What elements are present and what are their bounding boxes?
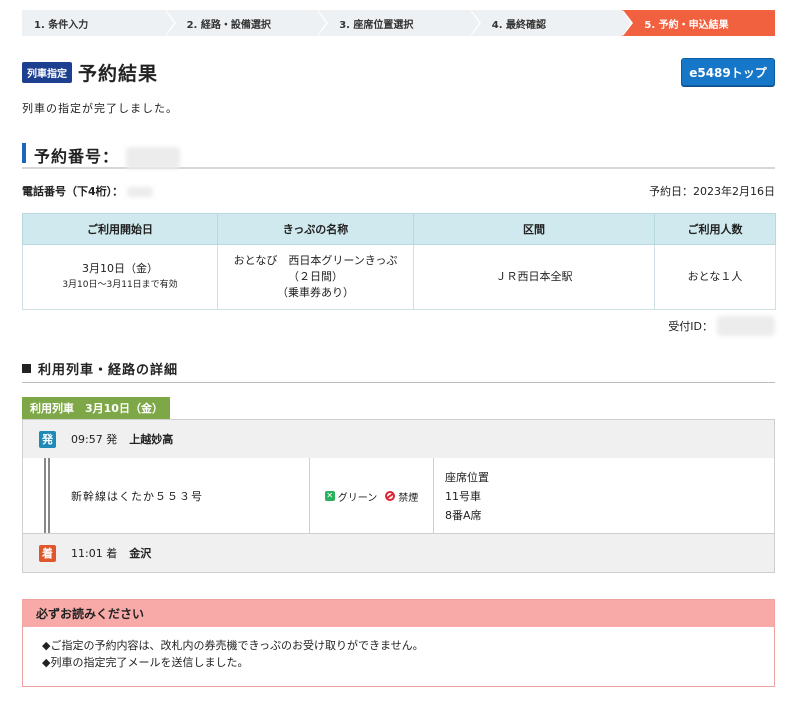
heading-accent-bar xyxy=(22,143,26,163)
cell-people: おとな１人 xyxy=(654,244,776,310)
notice-body: ◆ご指定の予約内容は、改札内の券売機できっぷのお受け取りができません。 ◆列車の… xyxy=(23,627,774,671)
validity-period: 3月10日〜3月11日まで有効 xyxy=(62,280,178,290)
seat-title: 座席位置 xyxy=(445,471,489,484)
train-date-tab: 利用列車 3月10日（金） xyxy=(22,397,170,419)
reservation-type-badge: 列車指定 xyxy=(22,61,72,83)
reservation-number-heading: 予約番号： xyxy=(22,140,775,169)
phone-label: 電話番号（下4桁）： xyxy=(22,185,124,198)
car-class: グリーン xyxy=(337,492,378,504)
route-box: 発 09:57 発 上越妙高 新幹線はくたか５５３号 ✕ グリーン 禁煙 座席位… xyxy=(22,419,775,573)
step-label: 5. 予約・申込結果 xyxy=(644,19,729,31)
seat-number: 8番A席 xyxy=(445,509,482,522)
step-3: 3. 座席位置選択 xyxy=(317,10,481,36)
arrival-badge: 着 xyxy=(39,544,56,562)
page-title: 予約結果 xyxy=(78,62,159,85)
notice-line: ◆列車の指定完了メールを送信しました。 xyxy=(42,656,249,669)
step-2: 2. 経路・設備選択 xyxy=(164,10,329,36)
phone-redacted xyxy=(126,187,153,197)
reservation-number-label: 予約番号： xyxy=(34,147,120,166)
green-car-icon: ✕ xyxy=(324,491,335,501)
no-smoking-icon xyxy=(385,491,396,501)
notice-title: 必ずお読みください xyxy=(23,600,774,627)
uketsuke-id-label: 受付ID： xyxy=(668,320,713,333)
train-detail-row: 新幹線はくたか５５３号 ✕ グリーン 禁煙 座席位置 11号車 8番A席 xyxy=(23,458,774,534)
uketsuke-id: 受付ID： xyxy=(668,316,775,336)
route-section-heading: 利用列車・経路の詳細 xyxy=(22,358,775,383)
departure-row: 発 09:57 発 上越妙高 xyxy=(23,420,774,459)
step-5-current: 5. 予約・申込結果 xyxy=(622,10,775,36)
step-label: 4. 最終確認 xyxy=(491,19,547,31)
car-number: 11号車 xyxy=(445,490,481,503)
uketsuke-id-redacted xyxy=(717,316,775,336)
step-label: 1. 条件入力 xyxy=(34,19,89,31)
arrival-time: 11:01 着 xyxy=(71,547,118,560)
table-row: 3月10日（金） 3月10日〜3月11日まで有効 おとなび 西日本グリーンきっぷ… xyxy=(22,244,776,310)
train-name: 新幹線はくたか５５３号 xyxy=(71,490,203,503)
cell-section: ＪＲ西日本全駅 xyxy=(413,244,655,310)
page: 1. 条件入力 2. 経路・設備選択 3. 座席位置選択 4. 最終確認 5. … xyxy=(0,0,800,703)
reservation-number-redacted xyxy=(125,146,180,169)
phone-row: 電話番号（下4桁）： 予約日：2023年2月16日 xyxy=(22,183,775,199)
notice-line: ◆ご指定の予約内容は、改札内の券売機できっぷのお受け取りができません。 xyxy=(42,639,424,652)
cell-ticket-name: おとなび 西日本グリーンきっぷ （２日間） （乗車券あり） xyxy=(217,244,414,310)
col-header-ticket-name: きっぷの名称 xyxy=(217,213,414,245)
departure-badge: 発 xyxy=(39,430,56,448)
rail-line-icon xyxy=(44,458,50,534)
departure-time: 09:57 発 xyxy=(71,433,118,446)
step-label: 2. 経路・設備選択 xyxy=(186,19,271,31)
arrival-station: 金沢 xyxy=(129,547,152,560)
step-progress-bar: 1. 条件入力 2. 経路・設備選択 3. 座席位置選択 4. 最終確認 5. … xyxy=(22,10,775,36)
seat-info: 座席位置 11号車 8番A席 xyxy=(445,468,489,525)
col-header-start-date: ご利用開始日 xyxy=(22,213,218,245)
step-4: 4. 最終確認 xyxy=(469,10,634,36)
title-row: 列車指定 予約結果 e5489トップ xyxy=(22,58,775,86)
col-header-section: 区間 xyxy=(413,213,655,245)
cell-start-date: 3月10日（金） 3月10日〜3月11日まで有効 xyxy=(22,244,218,310)
reservation-date: 予約日：2023年2月16日 xyxy=(649,185,775,198)
route-section-title: 利用列車・経路の詳細 xyxy=(38,363,179,378)
ticket-table: ご利用開始日 きっぷの名称 区間 ご利用人数 3月10日（金） 3月10日〜3月… xyxy=(22,213,776,310)
facility-info: ✕ グリーン 禁煙 xyxy=(309,458,434,534)
departure-station: 上越妙高 xyxy=(129,433,174,446)
smoking-status: 禁煙 xyxy=(398,492,419,504)
e5489-top-button[interactable]: e5489トップ xyxy=(681,58,775,86)
step-1: 1. 条件入力 xyxy=(22,10,176,36)
square-bullet-icon xyxy=(22,364,31,373)
notice-box: 必ずお読みください ◆ご指定の予約内容は、改札内の券売機できっぷのお受け取りがで… xyxy=(22,599,775,687)
arrival-row: 着 11:01 着 金沢 xyxy=(23,533,774,572)
col-header-people: ご利用人数 xyxy=(654,213,776,245)
completion-message: 列車の指定が完了しました。 xyxy=(22,102,178,115)
step-label: 3. 座席位置選択 xyxy=(339,19,414,31)
